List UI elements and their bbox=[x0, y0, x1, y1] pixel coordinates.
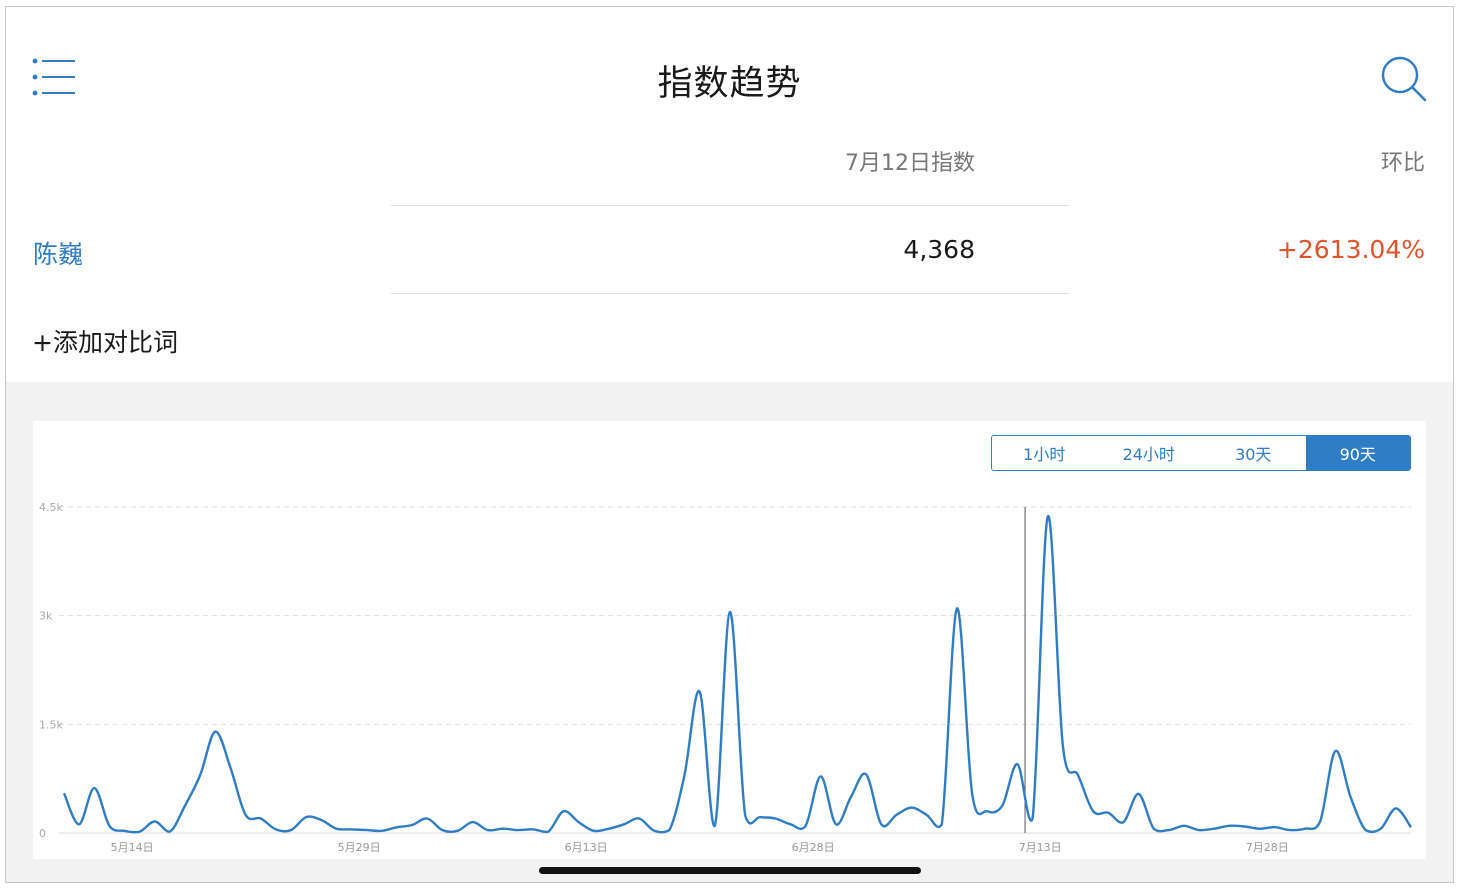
keyword-link[interactable]: 陈巍 bbox=[33, 235, 83, 271]
page-title: 指数趋势 bbox=[657, 64, 802, 104]
range-button-24h[interactable]: 24小时 bbox=[1096, 436, 1201, 470]
y-tick-label: 3k bbox=[39, 610, 53, 623]
x-tick-label: 6月13日 bbox=[565, 841, 608, 854]
trend-chart-card: 0 1.5k 3k 4.5k 5月14日 5月29日 6月13日 6月28日 7月13日 7月28… bbox=[33, 421, 1426, 859]
home-indicator bbox=[539, 867, 921, 874]
series-line bbox=[62, 515, 1412, 834]
summary-panel: 指数趋势 7月12日指数 环比 陈巍 4,368 +2613.04% +添加对比… bbox=[6, 7, 1453, 382]
ratio-change-value: +2613.04% bbox=[1276, 235, 1425, 264]
range-button-90d[interactable]: 90天 bbox=[1305, 436, 1410, 470]
add-compare-button[interactable]: +添加对比词 bbox=[32, 323, 178, 359]
y-tick-label: 0 bbox=[39, 827, 46, 840]
time-range-selector: 1小时 24小时 30天 90天 bbox=[991, 435, 1411, 471]
x-tick-label: 5月29日 bbox=[338, 841, 381, 854]
x-tick-label: 7月28日 bbox=[1246, 841, 1289, 854]
column-header-index: 7月12日指数 bbox=[845, 151, 975, 176]
row-divider-top bbox=[391, 205, 1069, 206]
index-value: 4,368 bbox=[903, 235, 975, 264]
y-tick-label: 1.5k bbox=[39, 718, 63, 731]
x-tick-label: 5月14日 bbox=[111, 841, 154, 854]
app-window: 指数趋势 7月12日指数 环比 陈巍 4,368 +2613.04% +添加对比… bbox=[5, 6, 1454, 883]
y-tick-label: 4.5k bbox=[39, 501, 63, 514]
search-icon[interactable] bbox=[1380, 55, 1428, 103]
trend-chart: 0 1.5k 3k 4.5k 5月14日 5月29日 6月13日 6月28日 7月13日 7月28… bbox=[39, 501, 1412, 854]
column-header-ratio: 环比 bbox=[1380, 151, 1425, 176]
row-divider-bottom bbox=[391, 293, 1069, 294]
range-button-30d[interactable]: 30天 bbox=[1201, 436, 1306, 470]
x-tick-label: 6月28日 bbox=[792, 841, 835, 854]
range-button-1h[interactable]: 1小时 bbox=[992, 436, 1097, 470]
x-tick-label: 7月13日 bbox=[1019, 841, 1062, 854]
